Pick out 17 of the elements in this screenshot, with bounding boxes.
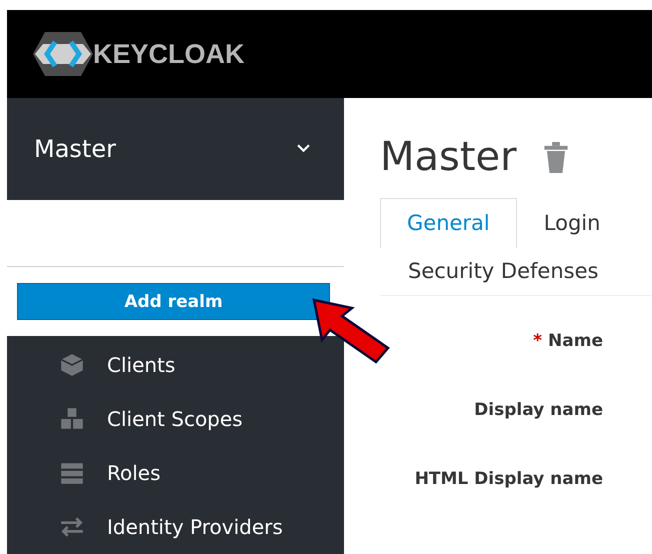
- chevron-icon: [297, 144, 310, 154]
- nav-item[interactable]: Roles: [7, 446, 344, 500]
- required-mark: *: [533, 331, 542, 351]
- logo-icon: [33, 32, 93, 76]
- field-label: Name: [548, 331, 603, 351]
- cube-icon: [59, 352, 85, 378]
- field-label: Display name: [474, 400, 603, 420]
- trash-icon[interactable]: [542, 142, 569, 172]
- field-label: HTML Display name: [414, 469, 603, 489]
- tab[interactable]: General: [380, 198, 517, 248]
- nav-item[interactable]: Client Scopes: [7, 392, 344, 446]
- cubes-icon: [59, 406, 85, 432]
- page-title: Master: [380, 133, 517, 180]
- logo-text: KEYCLOAK: [93, 38, 245, 70]
- nav-item[interactable]: Identity Providers: [7, 500, 344, 554]
- add-realm-button[interactable]: Add realm: [17, 283, 330, 320]
- nav-item[interactable]: Clients: [7, 338, 344, 392]
